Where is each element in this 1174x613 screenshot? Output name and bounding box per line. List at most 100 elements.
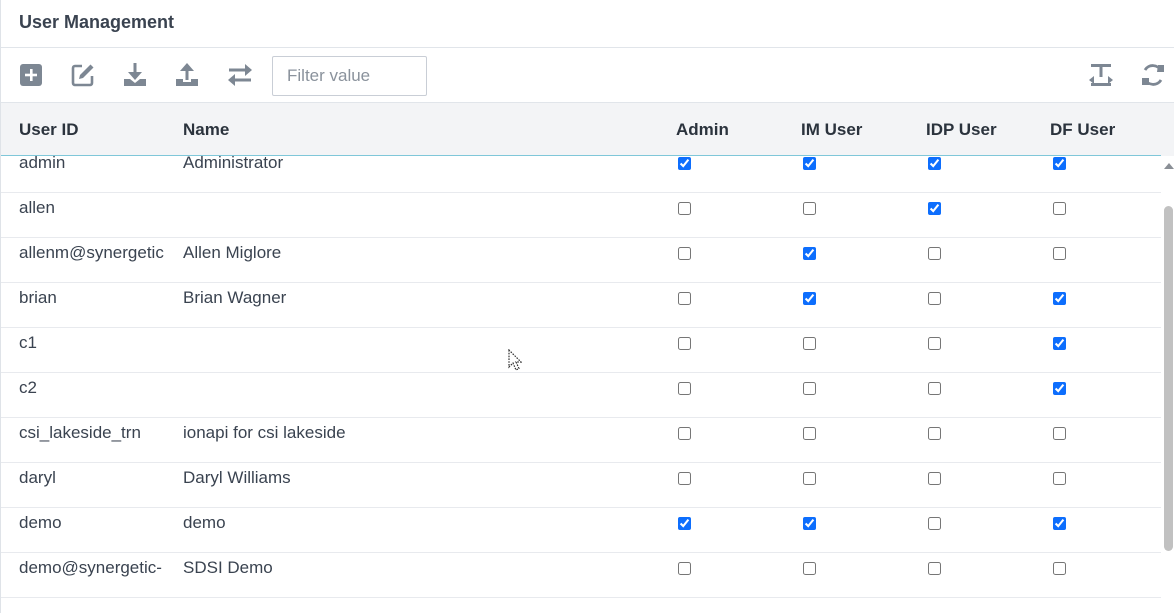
idp-user-checkbox[interactable]	[928, 427, 941, 440]
table-row[interactable]: brian Brian Wagner	[1, 283, 1161, 328]
upload-button[interactable]	[174, 62, 200, 88]
toolbar	[1, 49, 1174, 102]
refresh-icon	[1142, 64, 1164, 86]
idp-user-checkbox[interactable]	[928, 157, 941, 170]
admin-checkbox[interactable]	[678, 202, 691, 215]
name-cell: Allen Miglore	[183, 243, 282, 262]
add-icon	[20, 64, 42, 86]
idp-user-checkbox[interactable]	[928, 202, 941, 215]
user-id-cell: daryl	[19, 468, 56, 487]
idp-user-checkbox[interactable]	[928, 292, 941, 305]
df-user-checkbox[interactable]	[1053, 292, 1066, 305]
name-cell: Brian Wagner	[183, 288, 287, 307]
column-header-user-id[interactable]: User ID	[19, 120, 79, 140]
column-header-idp-user[interactable]: IDP User	[926, 120, 997, 140]
upload-icon	[176, 63, 198, 86]
user-id-cell: csi_lakeside_trn	[19, 423, 141, 442]
im-user-checkbox[interactable]	[803, 382, 816, 395]
im-user-checkbox[interactable]	[803, 157, 816, 170]
table-row[interactable]: admin Administrator	[1, 156, 1161, 193]
add-button[interactable]	[18, 62, 44, 88]
admin-checkbox[interactable]	[678, 382, 691, 395]
scroll-up-arrow-icon[interactable]	[1164, 163, 1174, 169]
name-cell	[183, 328, 643, 372]
table-row[interactable]: allenm@synergetic Allen Miglore	[1, 238, 1161, 283]
user-id-cell: demo@synergetic-	[19, 558, 162, 577]
name-cell: demo	[183, 513, 226, 532]
df-user-checkbox[interactable]	[1053, 157, 1066, 170]
mouse-cursor-icon	[508, 349, 522, 371]
download-icon	[124, 63, 146, 86]
im-user-checkbox[interactable]	[803, 292, 816, 305]
name-cell: Daryl Williams	[183, 468, 291, 487]
title-bar: User Management	[1, 0, 1174, 48]
table-header: User ID Name Admin IM User IDP User DF U…	[1, 102, 1161, 156]
name-cell: SDSI Demo	[183, 558, 273, 577]
idp-user-checkbox[interactable]	[928, 247, 941, 260]
transfer-button[interactable]	[227, 62, 253, 88]
row-height-button[interactable]	[1088, 62, 1114, 88]
df-user-checkbox[interactable]	[1053, 562, 1066, 575]
table-row[interactable]: c2	[1, 373, 1161, 418]
column-header-name[interactable]: Name	[183, 120, 229, 140]
idp-user-checkbox[interactable]	[928, 517, 941, 530]
admin-checkbox[interactable]	[678, 247, 691, 260]
user-id-cell: allenm@synergetic	[19, 243, 164, 262]
df-user-checkbox[interactable]	[1053, 427, 1066, 440]
im-user-checkbox[interactable]	[803, 517, 816, 530]
name-cell	[183, 373, 643, 417]
text-height-icon	[1089, 64, 1113, 86]
table-row[interactable]: c1	[1, 328, 1161, 373]
user-management-panel: User Management Filter value User ID Nam…	[0, 0, 1174, 613]
refresh-button[interactable]	[1140, 62, 1166, 88]
idp-user-checkbox[interactable]	[928, 472, 941, 485]
im-user-checkbox[interactable]	[803, 472, 816, 485]
filter-input[interactable]	[272, 56, 427, 96]
user-id-cell: c1	[19, 333, 37, 352]
df-user-checkbox[interactable]	[1053, 202, 1066, 215]
download-button[interactable]	[122, 62, 148, 88]
edit-icon	[71, 64, 94, 87]
transfer-icon	[228, 64, 252, 86]
idp-user-checkbox[interactable]	[928, 337, 941, 350]
admin-checkbox[interactable]	[678, 472, 691, 485]
table-row[interactable]: allen	[1, 193, 1161, 238]
admin-checkbox[interactable]	[678, 517, 691, 530]
admin-checkbox[interactable]	[678, 427, 691, 440]
user-id-cell: allen	[19, 198, 55, 217]
header-filler	[1161, 102, 1174, 156]
scrollbar-thumb[interactable]	[1164, 206, 1173, 551]
name-cell: Administrator	[183, 156, 284, 172]
column-header-admin[interactable]: Admin	[676, 120, 729, 140]
page-title: User Management	[19, 12, 175, 32]
im-user-checkbox[interactable]	[803, 202, 816, 215]
df-user-checkbox[interactable]	[1053, 337, 1066, 350]
im-user-checkbox[interactable]	[803, 247, 816, 260]
admin-checkbox[interactable]	[678, 562, 691, 575]
im-user-checkbox[interactable]	[803, 562, 816, 575]
user-id-cell: demo	[19, 513, 62, 532]
table-row[interactable]: csi_lakeside_trn ionapi for csi lakeside	[1, 418, 1161, 463]
df-user-checkbox[interactable]	[1053, 517, 1066, 530]
admin-checkbox[interactable]	[678, 157, 691, 170]
idp-user-checkbox[interactable]	[928, 382, 941, 395]
df-user-checkbox[interactable]	[1053, 472, 1066, 485]
column-header-df-user[interactable]: DF User	[1050, 120, 1115, 140]
name-cell	[183, 193, 643, 237]
table-row[interactable]: daryl Daryl Williams	[1, 463, 1161, 508]
edit-button[interactable]	[70, 62, 96, 88]
idp-user-checkbox[interactable]	[928, 562, 941, 575]
vertical-scrollbar[interactable]	[1161, 156, 1174, 613]
df-user-checkbox[interactable]	[1053, 382, 1066, 395]
im-user-checkbox[interactable]	[803, 427, 816, 440]
name-cell: ionapi for csi lakeside	[183, 423, 346, 442]
column-header-im-user[interactable]: IM User	[801, 120, 862, 140]
user-id-cell: brian	[19, 288, 57, 307]
table-row[interactable]: demo demo	[1, 508, 1161, 553]
df-user-checkbox[interactable]	[1053, 247, 1066, 260]
admin-checkbox[interactable]	[678, 337, 691, 350]
im-user-checkbox[interactable]	[803, 337, 816, 350]
table-row[interactable]: demo@synergetic- SDSI Demo	[1, 553, 1161, 598]
admin-checkbox[interactable]	[678, 292, 691, 305]
user-id-cell: admin	[19, 156, 66, 172]
